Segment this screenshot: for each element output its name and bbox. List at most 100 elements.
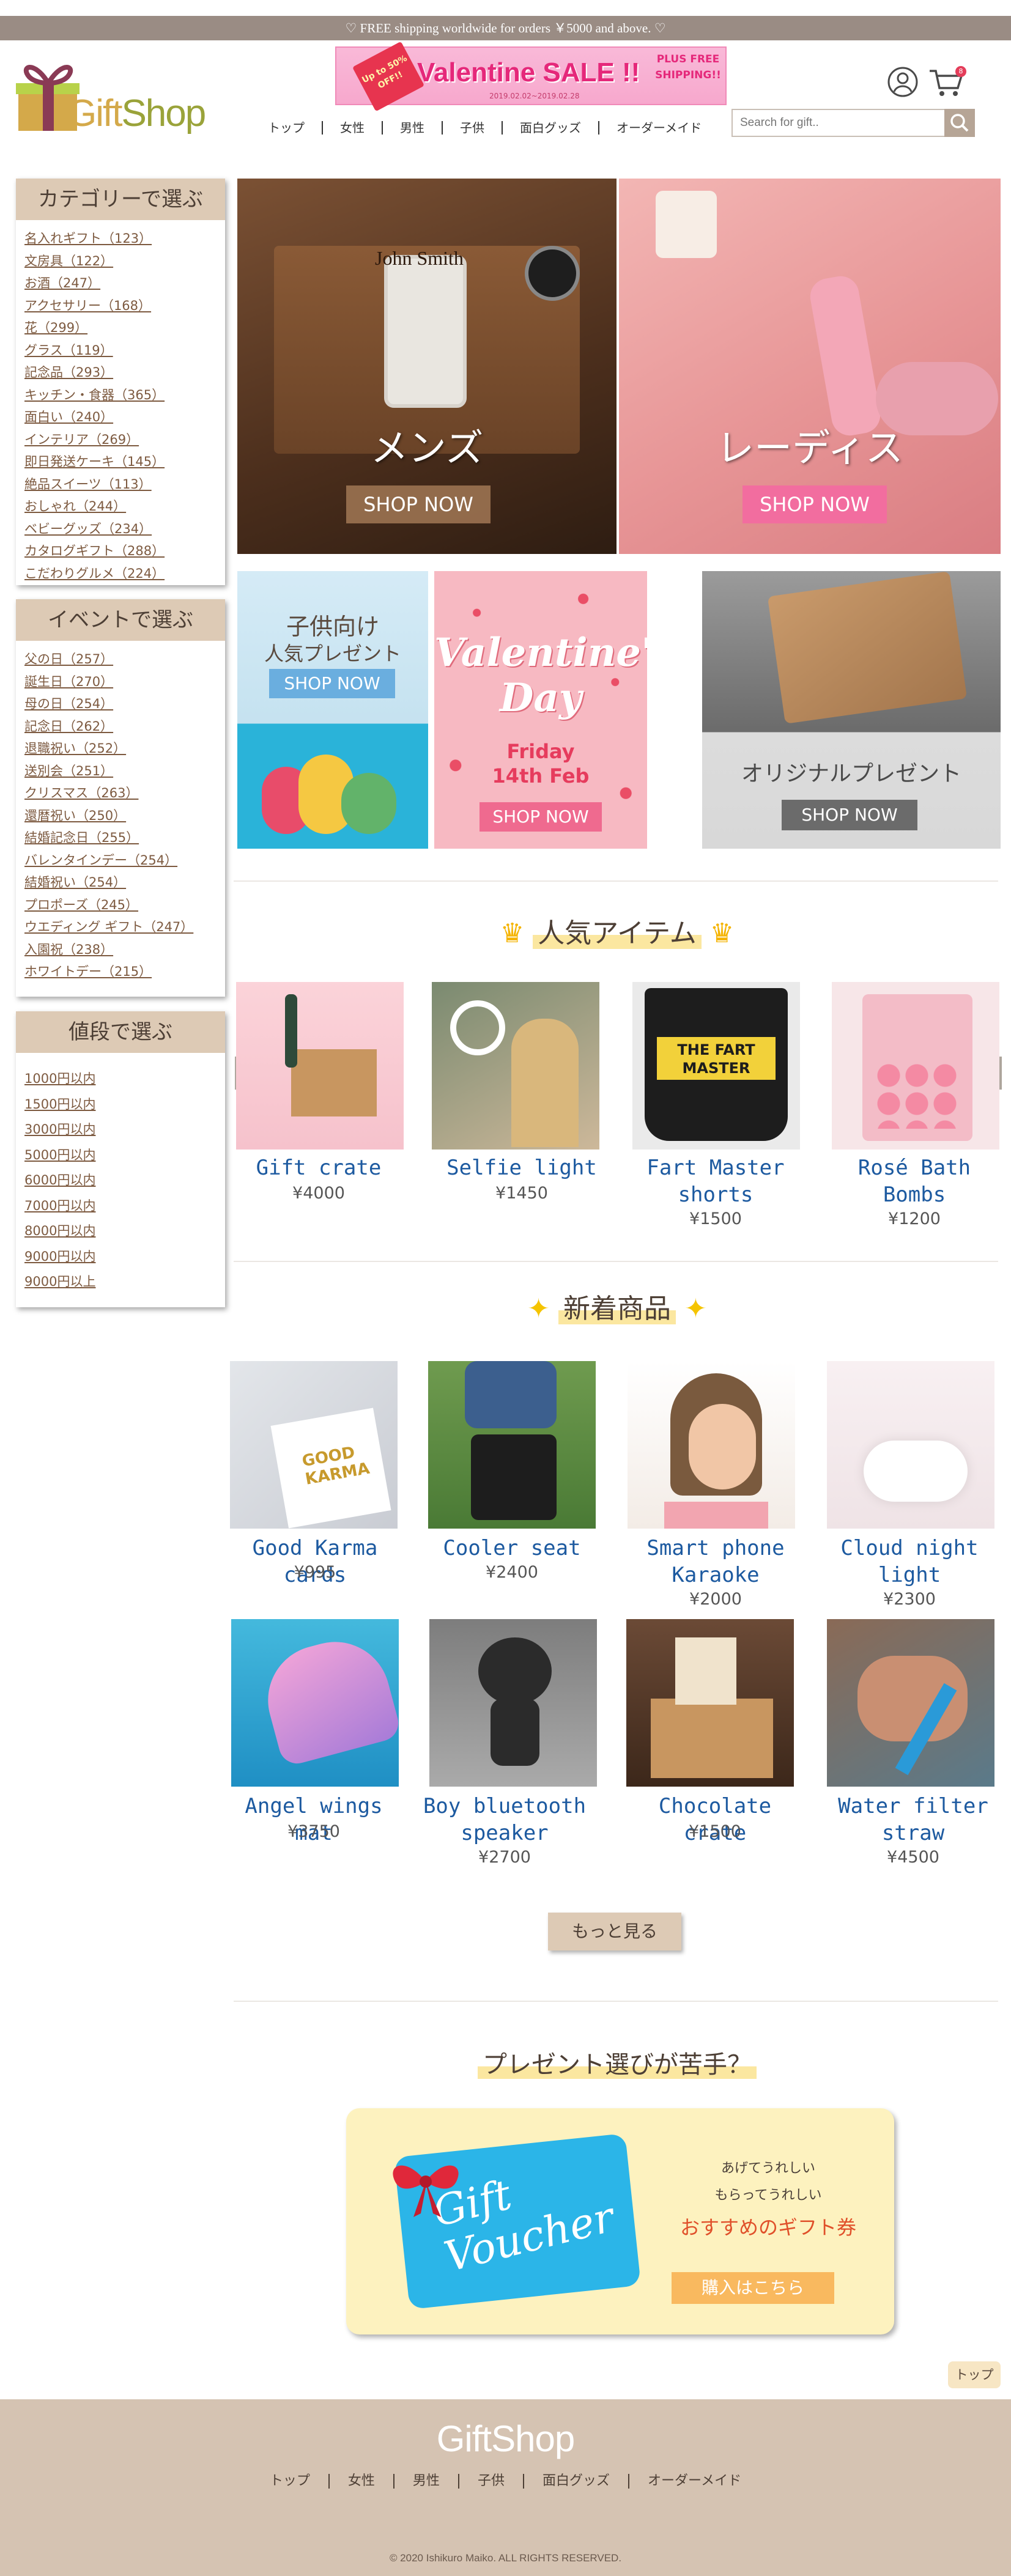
category-link[interactable]: ベビーグッズ（234）	[24, 518, 217, 541]
event-link[interactable]: プロポーズ（245）	[24, 894, 217, 917]
event-link[interactable]: バレンタインデー（254）	[24, 849, 217, 872]
product-image-cooler-seat[interactable]	[428, 1361, 596, 1529]
price-link[interactable]: 3000円以内	[24, 1117, 217, 1143]
category-link[interactable]: おしゃれ（244）	[24, 495, 217, 518]
nav-item-kids[interactable]: 子供	[443, 121, 503, 135]
category-link[interactable]: アクセサリー（168）	[24, 295, 217, 317]
price-link[interactable]: 7000円以内	[24, 1194, 217, 1219]
price-link[interactable]: 6000円以内	[24, 1168, 217, 1194]
product-image-selfie-light[interactable]	[432, 982, 599, 1150]
product-image-fart-master-shorts[interactable]: THE FART MASTER	[632, 982, 800, 1150]
product-price: ¥2000	[689, 1590, 742, 1609]
event-link[interactable]: 誕生日（270）	[24, 671, 217, 693]
footer-nav-kids[interactable]: 子供	[459, 2474, 524, 2489]
mens-banner[interactable]: John Smith メンズ SHOP NOW	[237, 179, 617, 554]
nav-item-top[interactable]: トップ	[251, 121, 323, 135]
category-link[interactable]: グラス（119）	[24, 339, 217, 362]
event-link[interactable]: 結婚祝い（254）	[24, 871, 217, 894]
event-link[interactable]: ホワイトデー（215）	[24, 961, 217, 983]
nav-item-men[interactable]: 男性	[383, 121, 443, 135]
event-link[interactable]: 記念日（262）	[24, 715, 217, 738]
product-image-boy-bluetooth-speaker[interactable]	[429, 1619, 597, 1787]
ladies-shop-now-button[interactable]: SHOP NOW	[743, 485, 887, 523]
original-shop-now-button[interactable]: SHOP NOW	[782, 800, 917, 830]
product-name[interactable]: Fart Master shorts	[624, 1154, 807, 1208]
product-image-good-karma-cards[interactable]: GOOD KARMA	[230, 1361, 398, 1529]
category-link[interactable]: カタログギフト（288）	[24, 540, 217, 563]
price-link[interactable]: 1500円以内	[24, 1092, 217, 1118]
kids-banner[interactable]: 子供向け 人気プレゼント SHOP NOW	[237, 571, 428, 849]
category-link[interactable]: 花（299）	[24, 317, 217, 339]
category-link[interactable]: 絶品スイーツ（113）	[24, 473, 217, 496]
event-link[interactable]: 送別会（251）	[24, 760, 217, 783]
original-gift-banner[interactable]: オリジナルプレゼント SHOP NOW	[702, 571, 1001, 849]
voucher-line1: あげてうれしい	[720, 2161, 815, 2176]
product-image-rose-bath-bombs[interactable]	[832, 982, 999, 1150]
product-image-angel-wings-mat[interactable]	[231, 1619, 399, 1787]
search-button[interactable]	[944, 109, 975, 137]
search-bar	[731, 109, 975, 137]
nav-item-custom-made[interactable]: オーダーメイド	[599, 121, 719, 135]
price-link[interactable]: 9000円以上	[24, 1269, 217, 1295]
logo-text[interactable]: GiftShop	[67, 92, 206, 135]
back-to-top-button[interactable]: トップ	[948, 2361, 1001, 2388]
gift-voucher-panel[interactable]: Gift Voucher あげてうれしい もらってうれしい おすすめのギフト券 購…	[346, 2108, 894, 2334]
nav-item-women[interactable]: 女性	[323, 121, 383, 135]
price-link[interactable]: 1000円以内	[24, 1066, 217, 1092]
product-name[interactable]: Selfie light	[433, 1154, 610, 1181]
event-link[interactable]: ウエディング ギフト（247）	[24, 916, 217, 939]
user-account-icon[interactable]	[887, 66, 919, 98]
footer-nav-custom-made[interactable]: オーダーメイド	[629, 2474, 760, 2489]
category-link[interactable]: 記念品（293）	[24, 361, 217, 384]
event-link[interactable]: 父の日（257）	[24, 648, 217, 671]
product-image-cloud-night-light[interactable]	[827, 1361, 994, 1529]
valentine-shop-now-button[interactable]: SHOP NOW	[480, 802, 602, 832]
product-image-smart-phone-karaoke[interactable]	[628, 1361, 795, 1529]
product-name[interactable]: Rosé Bath Bombs	[826, 1154, 1003, 1208]
category-link[interactable]: 面白い（240）	[24, 406, 217, 429]
category-link[interactable]: 文房具（122）	[24, 250, 217, 273]
price-link[interactable]: 9000円以内	[24, 1244, 217, 1270]
product-name[interactable]: Water filter straw	[824, 1793, 1002, 1847]
nav-item-fun-goods[interactable]: 面白グッズ	[503, 121, 599, 135]
event-link[interactable]: 入園祝（238）	[24, 939, 217, 961]
product-name[interactable]: Boy bluetooth speaker	[416, 1793, 593, 1847]
category-link[interactable]: インテリア（269）	[24, 429, 217, 451]
event-link[interactable]: 結婚記念日（255）	[24, 827, 217, 849]
product-name[interactable]: Gift crate	[230, 1154, 407, 1181]
product-name[interactable]: Cooler seat	[423, 1535, 601, 1562]
valentine-sale-banner[interactable]: Up to 50% OFF!! Valentine SALE !! 2019.0…	[335, 41, 727, 112]
price-link[interactable]: 8000円以内	[24, 1219, 217, 1244]
footer-nav-men[interactable]: 男性	[394, 2474, 459, 2489]
product-price: ¥1200	[888, 1209, 941, 1228]
footer-nav-fun-goods[interactable]: 面白グッズ	[524, 2474, 629, 2489]
kids-shop-now-button[interactable]: SHOP NOW	[269, 669, 395, 698]
event-link[interactable]: 母の日（254）	[24, 693, 217, 715]
show-more-button[interactable]: もっと見る	[548, 1913, 681, 1950]
event-link[interactable]: クリスマス（263）	[24, 782, 217, 805]
footer-logo[interactable]: GiftShop	[0, 2418, 1011, 2460]
sparkle-icon: ✦	[527, 1293, 558, 1324]
category-link[interactable]: キッチン・食器（365）	[24, 384, 217, 407]
category-link[interactable]: 名入れギフト（123）	[24, 227, 217, 250]
cart-count-badge: 8	[955, 66, 966, 77]
category-link[interactable]: お酒（247）	[24, 272, 217, 295]
buy-voucher-button[interactable]: 購入はこちら	[672, 2272, 834, 2304]
footer-nav-top[interactable]: トップ	[251, 2474, 330, 2489]
ladies-banner[interactable]: レーディス SHOP NOW	[619, 179, 1001, 554]
price-link[interactable]: 5000円以内	[24, 1143, 217, 1168]
category-link[interactable]: 即日発送ケーキ（145）	[24, 451, 217, 473]
product-image-chocolate-crate[interactable]	[626, 1619, 794, 1787]
footer-nav-women[interactable]: 女性	[330, 2474, 394, 2489]
event-link[interactable]: 退職祝い（252）	[24, 737, 217, 760]
mens-shop-now-button[interactable]: SHOP NOW	[346, 485, 491, 523]
product-name[interactable]: Smart phone Karaoke	[624, 1535, 807, 1589]
product-image-gift-crate[interactable]	[236, 982, 404, 1150]
event-link[interactable]: 還暦祝い（250）	[24, 805, 217, 827]
valentine-banner[interactable]: Valentine's Day Friday 14th Feb SHOP NOW	[434, 571, 647, 849]
category-link[interactable]: こだわりグルメ（224）	[24, 563, 217, 585]
product-image-water-filter-straw[interactable]	[827, 1619, 994, 1787]
bottle-image	[807, 273, 883, 438]
search-input[interactable]	[733, 110, 941, 136]
product-name[interactable]: Cloud night light	[821, 1535, 998, 1589]
